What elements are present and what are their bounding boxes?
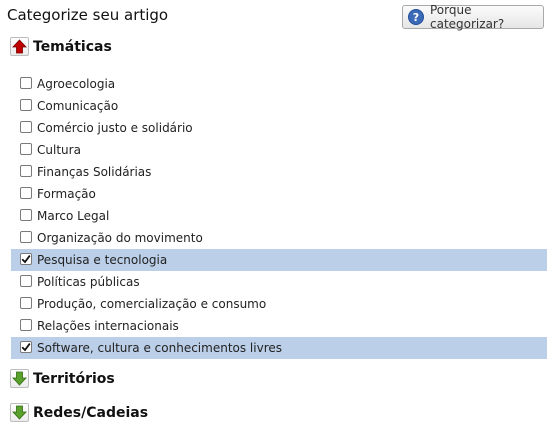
category-label: Marco Legal xyxy=(37,209,110,223)
checkbox[interactable] xyxy=(20,121,32,133)
question-icon: ? xyxy=(408,9,424,25)
category-item[interactable]: Comércio justo e solidário xyxy=(0,117,550,139)
category-item[interactable]: Relações internacionais xyxy=(0,315,550,337)
category-label: Formação xyxy=(37,187,96,201)
checkbox[interactable] xyxy=(20,99,32,111)
section-label-tematicas: Temáticas xyxy=(33,38,112,55)
section-label-redes-cadeias: Redes/Cadeias xyxy=(33,404,149,421)
category-label: Relações internacionais xyxy=(37,319,179,333)
checkbox[interactable] xyxy=(20,319,32,331)
checkbox[interactable] xyxy=(20,297,32,309)
why-categorize-button[interactable]: ? Porque categorizar? xyxy=(402,3,544,31)
category-item[interactable]: Marco Legal xyxy=(0,205,550,227)
category-label: Comunicação xyxy=(37,99,119,113)
category-label: Organização do movimento xyxy=(37,231,203,245)
section-header-territorios[interactable]: Territórios xyxy=(10,369,115,388)
checkbox[interactable] xyxy=(20,275,32,287)
category-item[interactable]: Finanças Solidárias xyxy=(0,161,550,183)
section-label-territorios: Territórios xyxy=(33,370,115,387)
category-label: Políticas públicas xyxy=(37,275,140,289)
category-label: Cultura xyxy=(37,143,81,157)
arrow-down-icon[interactable] xyxy=(10,403,29,422)
category-label: Produção, comercialização e consumo xyxy=(37,297,267,311)
tematicas-checkbox-list: Agroecologia Comunicação Comércio justo e … xyxy=(0,73,550,359)
checkbox[interactable] xyxy=(20,187,32,199)
page-title: Categorize seu artigo xyxy=(7,6,169,24)
checkbox[interactable] xyxy=(20,209,32,221)
checkbox[interactable] xyxy=(20,77,32,89)
section-header-redes-cadeias[interactable]: Redes/Cadeias xyxy=(10,403,148,422)
category-item[interactable]: Software, cultura e conhecimentos livres xyxy=(11,337,547,359)
checkbox[interactable] xyxy=(20,231,32,243)
category-item[interactable]: Comunicação xyxy=(0,95,550,117)
category-item[interactable]: Produção, comercialização e consumo xyxy=(0,293,550,315)
category-label: Agroecologia xyxy=(37,77,116,91)
category-label: Comércio justo e solidário xyxy=(37,121,193,135)
category-item[interactable]: Cultura xyxy=(0,139,550,161)
category-item[interactable]: Formação xyxy=(0,183,550,205)
checkbox[interactable] xyxy=(20,143,32,155)
arrow-down-icon[interactable] xyxy=(10,369,29,388)
category-item[interactable]: Políticas públicas xyxy=(0,271,550,293)
category-item[interactable]: Pesquisa e tecnologia xyxy=(11,249,547,271)
category-item[interactable]: Agroecologia xyxy=(0,73,550,95)
checkbox-checked[interactable] xyxy=(20,341,32,353)
category-label: Finanças Solidárias xyxy=(37,165,152,179)
section-header-tematicas[interactable]: Temáticas xyxy=(10,37,112,56)
categorize-panel: Categorize seu artigo ? Porque categoriz… xyxy=(0,0,550,431)
category-label: Pesquisa e tecnologia xyxy=(37,253,168,267)
why-categorize-label: Porque categorizar? xyxy=(430,3,505,31)
category-item[interactable]: Organização do movimento xyxy=(0,227,550,249)
arrow-up-icon[interactable] xyxy=(10,37,29,56)
checkbox[interactable] xyxy=(20,165,32,177)
checkbox-checked[interactable] xyxy=(20,253,32,265)
category-label: Software, cultura e conhecimentos livres xyxy=(37,341,283,355)
